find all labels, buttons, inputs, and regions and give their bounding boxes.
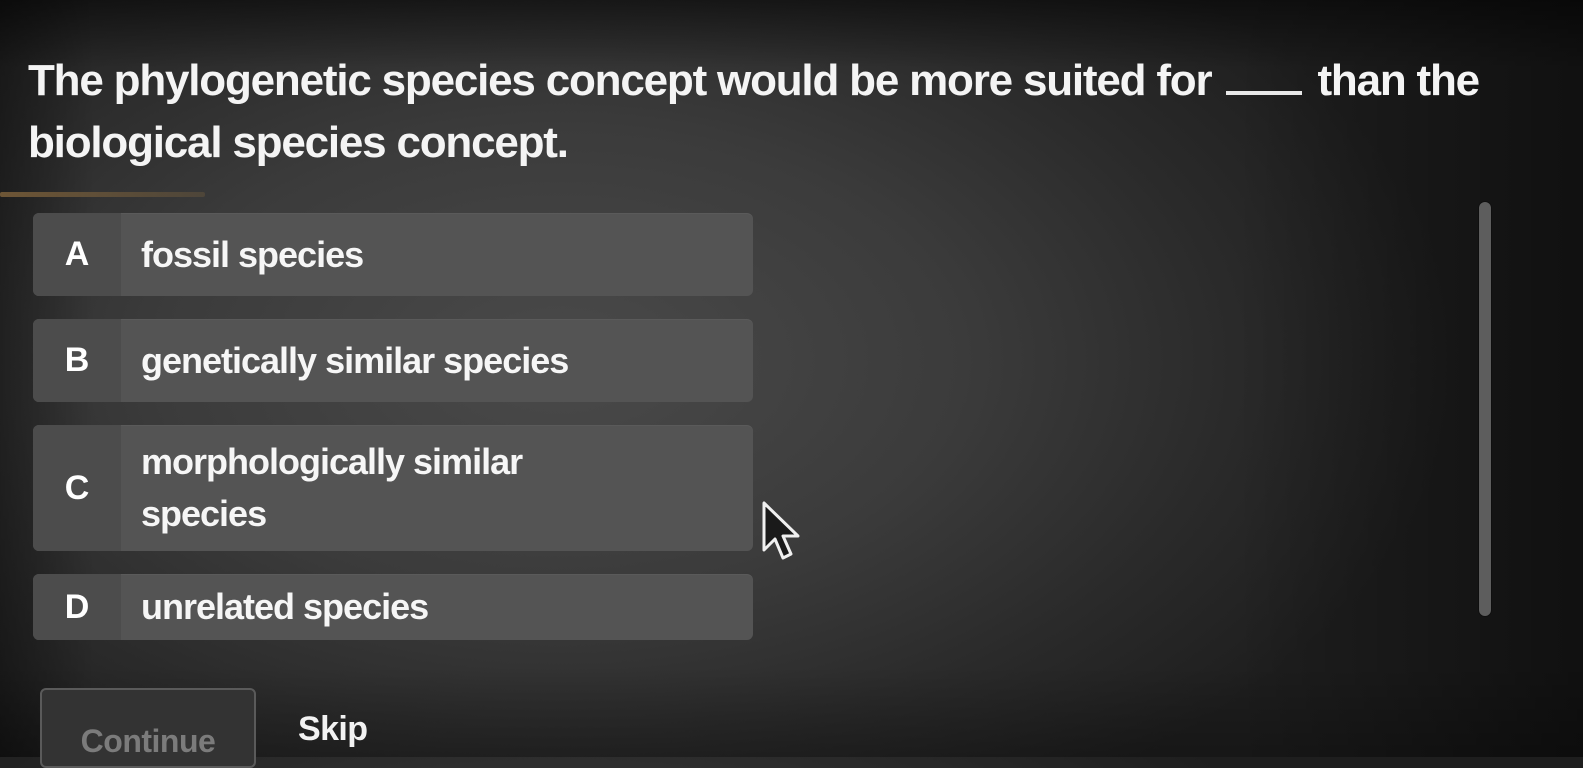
option-a-text: fossil species bbox=[141, 233, 364, 275]
accent-divider bbox=[0, 192, 205, 197]
option-c-letter: C bbox=[33, 425, 121, 551]
mouse-pointer-icon bbox=[762, 501, 800, 560]
scrollbar[interactable] bbox=[1479, 202, 1491, 616]
option-d[interactable]: D unrelated species bbox=[33, 574, 753, 640]
option-b-letter: B bbox=[33, 319, 121, 402]
answer-options: A fossil species B genetically similar s… bbox=[33, 213, 753, 663]
option-a-letter: A bbox=[33, 213, 121, 296]
option-d-text: unrelated species bbox=[141, 586, 429, 627]
option-c-text: morphologically similar species bbox=[141, 441, 523, 534]
question-text-before-blank: The phylogenetic species concept would b… bbox=[28, 56, 1213, 105]
option-b-text: genetically similar species bbox=[141, 339, 569, 381]
option-d-letter: D bbox=[33, 574, 121, 640]
skip-button[interactable]: Skip bbox=[298, 710, 368, 749]
option-c[interactable]: C morphologically similar species bbox=[33, 425, 753, 551]
question-text: The phylogenetic species concept would b… bbox=[28, 50, 1508, 174]
option-a[interactable]: A fossil species bbox=[33, 213, 753, 296]
continue-button[interactable]: Continue bbox=[40, 688, 256, 768]
option-b[interactable]: B genetically similar species bbox=[33, 319, 753, 402]
question-blank bbox=[1226, 61, 1303, 95]
